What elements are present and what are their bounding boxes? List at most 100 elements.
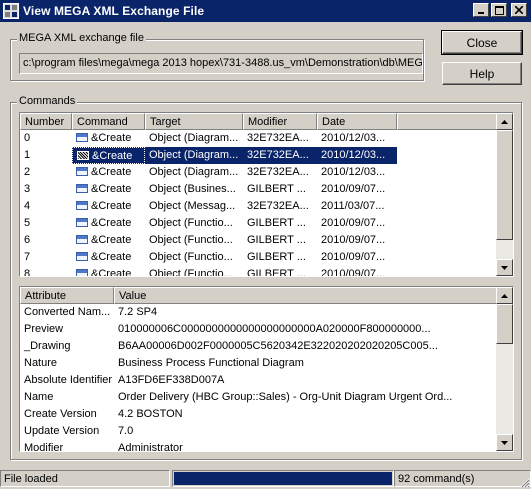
- close-button[interactable]: Close: [441, 30, 523, 55]
- cell-value: 010000006C0000000000000000000000A020000F…: [118, 323, 431, 335]
- close-window-button[interactable]: [511, 3, 527, 17]
- resize-grip-icon[interactable]: [518, 476, 530, 488]
- scroll-thumb[interactable]: [496, 130, 513, 240]
- cell-date: 2010/12/03...: [317, 147, 397, 164]
- cell-number: 7: [20, 249, 72, 266]
- scroll-down-button[interactable]: [496, 259, 513, 276]
- command-row[interactable]: 0 &Create Object (Diagram... 32E732EA... 201…: [20, 130, 496, 147]
- arrow-up-icon: [501, 293, 508, 298]
- cell-text: Object (Functio...: [149, 251, 233, 263]
- attribute-row[interactable]: Update Version 7.0: [20, 423, 496, 440]
- arrow-up-icon: [501, 119, 508, 124]
- cell-number: 6: [20, 232, 72, 249]
- column-header-modifier[interactable]: Modifier: [243, 113, 317, 130]
- cell-modifier: 32E732EA...: [243, 164, 317, 181]
- cell-text: 2010/12/03...: [321, 149, 386, 161]
- column-header-number[interactable]: Number: [20, 113, 72, 130]
- commands-group-label: Commands: [17, 95, 78, 107]
- file-group-label: MEGA XML exchange file: [17, 32, 146, 44]
- cell-text: 2010/12/03...: [321, 132, 386, 144]
- cell-text: 7: [24, 251, 31, 263]
- cell-text: Object (Diagram...: [149, 149, 239, 161]
- cell-command: &Create: [72, 181, 145, 198]
- cell-value: B6AA00006D002F0000005C5620342E3220202020…: [118, 340, 438, 352]
- cell-target: Object (Messag...: [145, 198, 243, 215]
- command-row[interactable]: 7 &Create Object (Functio... GILBERT ... 201…: [20, 249, 496, 266]
- cell-command: &Create: [72, 164, 145, 181]
- cell-value: 7.0: [118, 425, 134, 437]
- command-row[interactable]: 5 &Create Object (Functio... GILBERT ... 201…: [20, 215, 496, 232]
- command-row[interactable]: 3 &Create Object (Busines... GILBERT ... 201…: [20, 181, 496, 198]
- scroll-thumb[interactable]: [496, 304, 513, 344]
- file-path-field[interactable]: c:\program files\mega\mega 2013 hopex\73…: [19, 53, 423, 74]
- create-command-icon: [76, 133, 88, 142]
- attribute-row[interactable]: Create Version 4.2 BOSTON: [20, 406, 496, 423]
- cell-text: 32E732EA...: [247, 200, 309, 212]
- cell-value: A13FD6EF338D007A: [118, 374, 225, 386]
- cell-modifier: GILBERT ...: [243, 215, 317, 232]
- cell-text: Object (Functio...: [149, 217, 233, 229]
- cell-text: 2010/09/07...: [321, 268, 386, 276]
- progress-fill: [174, 472, 392, 485]
- column-header-target[interactable]: Target: [145, 113, 243, 130]
- command-row[interactable]: 8 &Create Object (Functio... GILBERT ... 201…: [20, 266, 496, 276]
- scroll-up-button[interactable]: [496, 113, 513, 130]
- attribute-row[interactable]: Name Order Delivery (HBC Group::Sales) - …: [20, 389, 496, 406]
- attribute-row[interactable]: Modifier Administrator: [20, 440, 496, 451]
- attribute-row[interactable]: Preview 010000006C0000000000000000000000A…: [20, 321, 496, 338]
- cell-date: 2010/12/03...: [317, 130, 397, 147]
- cell-value: 4.2 BOSTON: [118, 408, 183, 420]
- title-bar[interactable]: View MEGA XML Exchange File: [0, 0, 531, 22]
- attribute-row[interactable]: Absolute Identifier A13FD6EF338D007A: [20, 372, 496, 389]
- cell-attribute: Create Version: [24, 408, 97, 420]
- file-groupbox: MEGA XML exchange file c:\program files\…: [10, 32, 424, 81]
- attribute-row[interactable]: Converted Nam... 7.2 SP4: [20, 304, 496, 321]
- cell-text: &Create: [91, 183, 132, 195]
- column-header-command[interactable]: Command: [72, 113, 145, 130]
- help-button[interactable]: Help: [442, 62, 522, 85]
- column-header-value[interactable]: Value: [114, 287, 496, 304]
- column-header-filler: [397, 113, 496, 130]
- cell-text: Object (Diagram...: [149, 166, 239, 178]
- cell-attribute: _Drawing: [24, 340, 71, 352]
- cell-attribute: Converted Nam...: [24, 306, 111, 318]
- cell-text: 32E732EA...: [247, 166, 309, 178]
- maximize-icon: [494, 5, 504, 15]
- command-row[interactable]: 1 &Create Object (Diagram... 32E732EA... 201…: [20, 147, 496, 164]
- cell-text: 2010/09/07...: [321, 251, 386, 263]
- create-command-icon: [76, 218, 88, 227]
- cell-modifier: GILBERT ...: [243, 232, 317, 249]
- cell-number: 8: [20, 266, 72, 276]
- cell-target: Object (Functio...: [145, 266, 243, 276]
- arrow-down-icon: [501, 440, 508, 445]
- maximize-button[interactable]: [491, 3, 507, 17]
- cell-text: Object (Functio...: [149, 234, 233, 246]
- command-row[interactable]: 2 &Create Object (Diagram... 32E732EA... 201…: [20, 164, 496, 181]
- commands-scrollbar[interactable]: [496, 113, 513, 276]
- scroll-up-button[interactable]: [496, 287, 513, 304]
- cell-value: Administrator: [118, 442, 183, 451]
- column-header-attribute[interactable]: Attribute: [20, 287, 114, 304]
- cell-date: 2010/12/03...: [317, 164, 397, 181]
- commands-list[interactable]: Number Command Target Modifier Date 0 &Cr…: [19, 112, 514, 277]
- attribute-row[interactable]: _Drawing B6AA00006D002F0000005C5620342E32…: [20, 338, 496, 355]
- commands-list-header: Number Command Target Modifier Date: [20, 113, 496, 130]
- cell-text: 2011/03/07...: [321, 200, 385, 212]
- cell-attribute: Absolute Identifier: [24, 374, 113, 386]
- cell-value: Order Delivery (HBC Group::Sales) - Org-…: [118, 391, 453, 403]
- create-command-icon: [76, 167, 88, 176]
- command-row[interactable]: 4 &Create Object (Messag... 32E732EA... 2011…: [20, 198, 496, 215]
- column-header-date[interactable]: Date: [317, 113, 397, 130]
- scroll-down-button[interactable]: [496, 434, 513, 451]
- cell-attribute: Name: [24, 391, 54, 403]
- attributes-list-header: Attribute Value: [20, 287, 496, 304]
- attribute-row[interactable]: Nature Business Process Functional Diagra…: [20, 355, 496, 372]
- cell-number: 3: [20, 181, 72, 198]
- command-row[interactable]: 6 &Create Object (Functio... GILBERT ... 201…: [20, 232, 496, 249]
- attributes-scrollbar[interactable]: [496, 287, 513, 451]
- cell-text: 2010/09/07...: [321, 217, 386, 229]
- close-icon: [515, 6, 523, 14]
- progress-bar: [172, 470, 394, 487]
- minimize-button[interactable]: [473, 3, 489, 17]
- attributes-list[interactable]: Attribute Value Converted Nam... 7.2 SP4 P…: [19, 286, 514, 452]
